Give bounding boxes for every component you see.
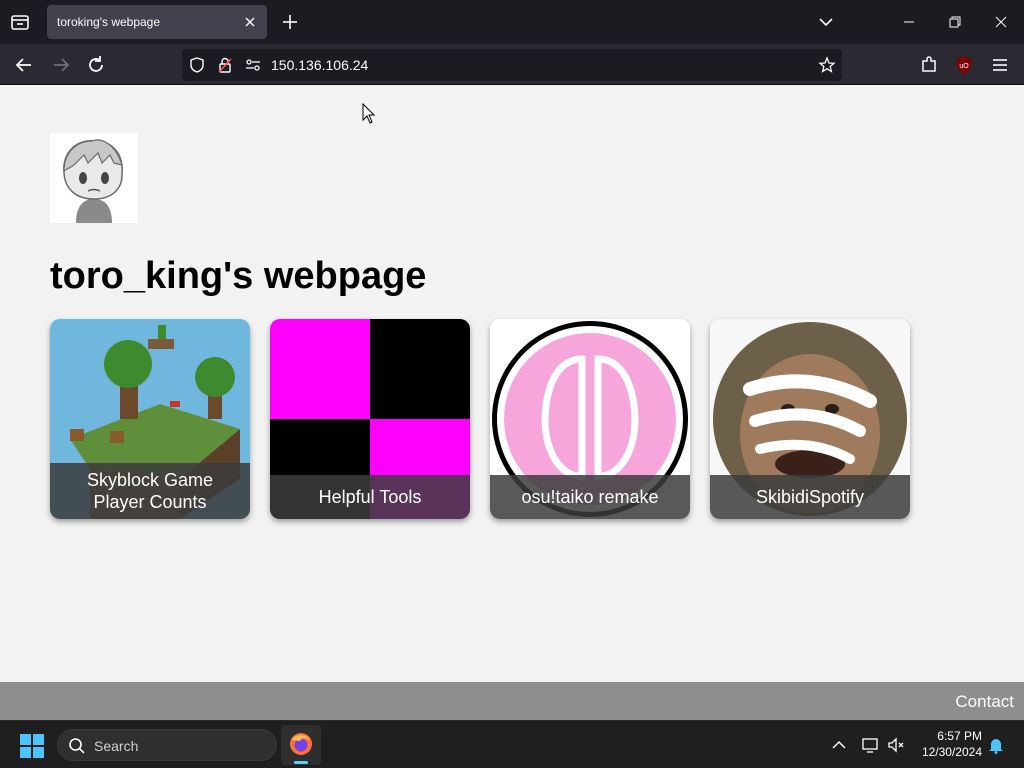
avatar xyxy=(50,133,138,223)
restore-icon[interactable] xyxy=(932,0,978,44)
page-title: toro_king's webpage xyxy=(50,255,427,297)
chevron-up-icon[interactable] xyxy=(829,735,849,755)
arrow-right-icon[interactable] xyxy=(48,52,74,78)
search-placeholder: Search xyxy=(94,738,139,754)
lock-icon[interactable] xyxy=(216,56,234,74)
taskbar-search[interactable]: Search xyxy=(57,729,277,761)
arrow-left-icon[interactable] xyxy=(11,52,37,78)
taskbar-firefox[interactable] xyxy=(281,725,321,765)
card-helpful-tools[interactable]: Helpful Tools xyxy=(270,319,470,519)
permissions-icon[interactable] xyxy=(244,56,262,74)
card-skibidispotify[interactable]: SkibidiSpotify xyxy=(710,319,910,519)
card-osu-taiko[interactable]: osu!taiko remake xyxy=(490,319,690,519)
clock-date: 12/30/2024 xyxy=(921,745,982,759)
card-label: Skyblock Game Player Counts xyxy=(50,463,250,519)
card-label: Helpful Tools xyxy=(270,475,470,519)
volume-muted-icon[interactable] xyxy=(886,735,906,755)
puzzle-icon[interactable] xyxy=(917,53,941,77)
bell-icon[interactable] xyxy=(986,735,1006,755)
browser-tab-active[interactable]: toroking's webpage xyxy=(47,5,267,39)
contact-link[interactable]: Contact xyxy=(955,692,1014,712)
card-label: SkibidiSpotify xyxy=(710,475,910,519)
browser-tab-bar: toroking's webpage xyxy=(0,0,1024,44)
shield-icon[interactable] xyxy=(188,56,206,74)
clock-time: 6:57 PM xyxy=(937,729,982,743)
svg-text:uO: uO xyxy=(959,63,969,70)
chevron-down-icon[interactable] xyxy=(816,12,836,32)
tab-title: toroking's webpage xyxy=(57,15,161,29)
windows-start-icon[interactable] xyxy=(19,733,45,759)
address-bar[interactable]: 150.136.106.24 xyxy=(182,49,842,81)
url-text[interactable]: 150.136.106.24 xyxy=(271,57,368,73)
card-label: osu!taiko remake xyxy=(490,475,690,519)
hamburger-icon[interactable] xyxy=(988,53,1012,77)
close-icon[interactable] xyxy=(241,13,259,31)
window-close-icon[interactable] xyxy=(978,0,1024,44)
running-indicator xyxy=(294,761,308,764)
project-cards: Skyblock Game Player Counts Helpful Tool… xyxy=(50,319,930,519)
ublock-icon[interactable]: uO xyxy=(952,53,976,77)
page-content: toro_king's webpage Skyblock Game Player… xyxy=(0,85,1024,682)
card-skyblock[interactable]: Skyblock Game Player Counts xyxy=(50,319,250,519)
taskbar-clock[interactable]: 6:57 PM 12/30/2024 xyxy=(912,728,982,760)
plus-icon[interactable] xyxy=(280,12,300,32)
page-footer: Contact xyxy=(0,682,1024,720)
firefox-icon xyxy=(290,733,312,755)
star-icon[interactable] xyxy=(818,56,836,74)
browser-nav-bar: 150.136.106.24 uO xyxy=(0,44,1024,85)
network-icon[interactable] xyxy=(860,735,880,755)
tab-list-icon[interactable] xyxy=(8,11,32,33)
minimize-icon[interactable] xyxy=(886,0,932,44)
windows-taskbar: Search 6:57 PM 12/30/2024 xyxy=(0,720,1024,768)
search-icon xyxy=(69,738,85,754)
reload-icon[interactable] xyxy=(83,52,109,78)
